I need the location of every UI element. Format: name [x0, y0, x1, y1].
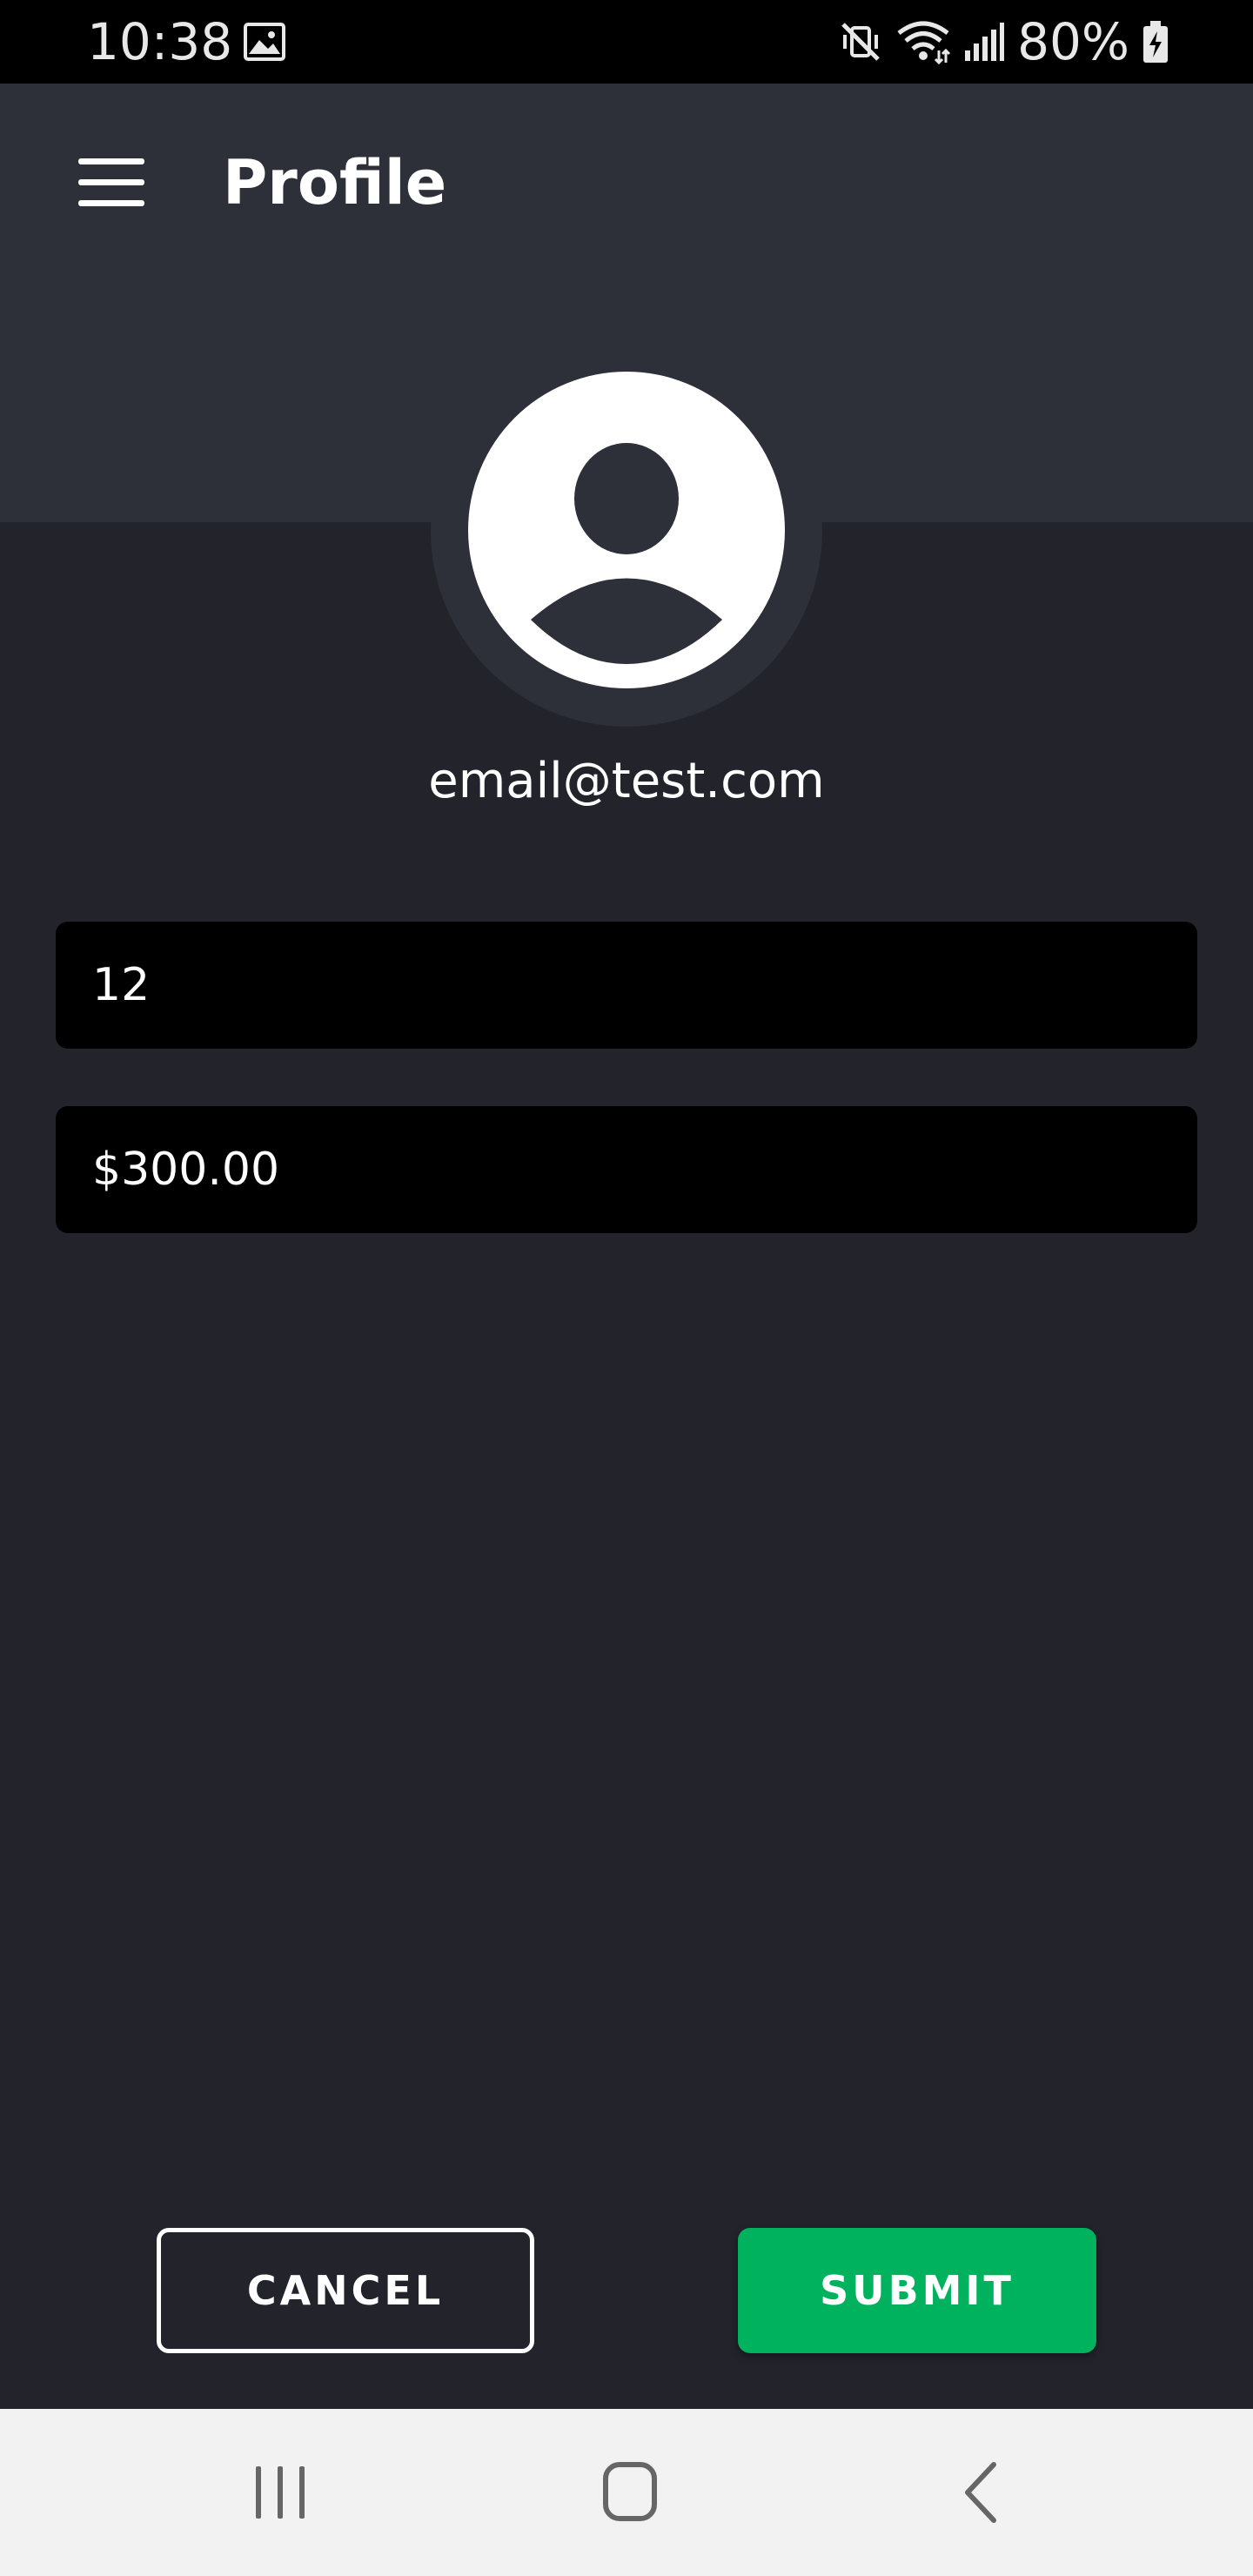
status-time: 10:38	[87, 12, 233, 71]
mute-vibrate-icon	[841, 23, 880, 61]
user-email: email@test.com	[428, 753, 825, 809]
wifi-icon	[897, 21, 951, 64]
signal-icon	[965, 23, 1005, 61]
gallery-icon	[244, 23, 285, 61]
avatar[interactable]	[468, 372, 785, 688]
system-nav-bar	[0, 2409, 1253, 2576]
status-bar: 10:38 80%	[0, 0, 1253, 84]
battery-charging-icon	[1143, 21, 1168, 63]
submit-button[interactable]: SUBMIT	[738, 2228, 1096, 2353]
battery-percent: 80%	[1017, 12, 1129, 71]
back-icon[interactable]	[936, 2458, 1023, 2527]
person-icon	[531, 443, 722, 664]
home-icon[interactable]	[586, 2458, 673, 2527]
count-input[interactable]	[56, 922, 1197, 1049]
cancel-button[interactable]: CANCEL	[157, 2228, 534, 2353]
recents-icon[interactable]	[237, 2458, 324, 2527]
amount-input[interactable]	[56, 1106, 1197, 1233]
status-right: 80%	[838, 12, 1169, 71]
menu-icon[interactable]	[78, 158, 144, 207]
page-title: Profile	[223, 147, 447, 218]
